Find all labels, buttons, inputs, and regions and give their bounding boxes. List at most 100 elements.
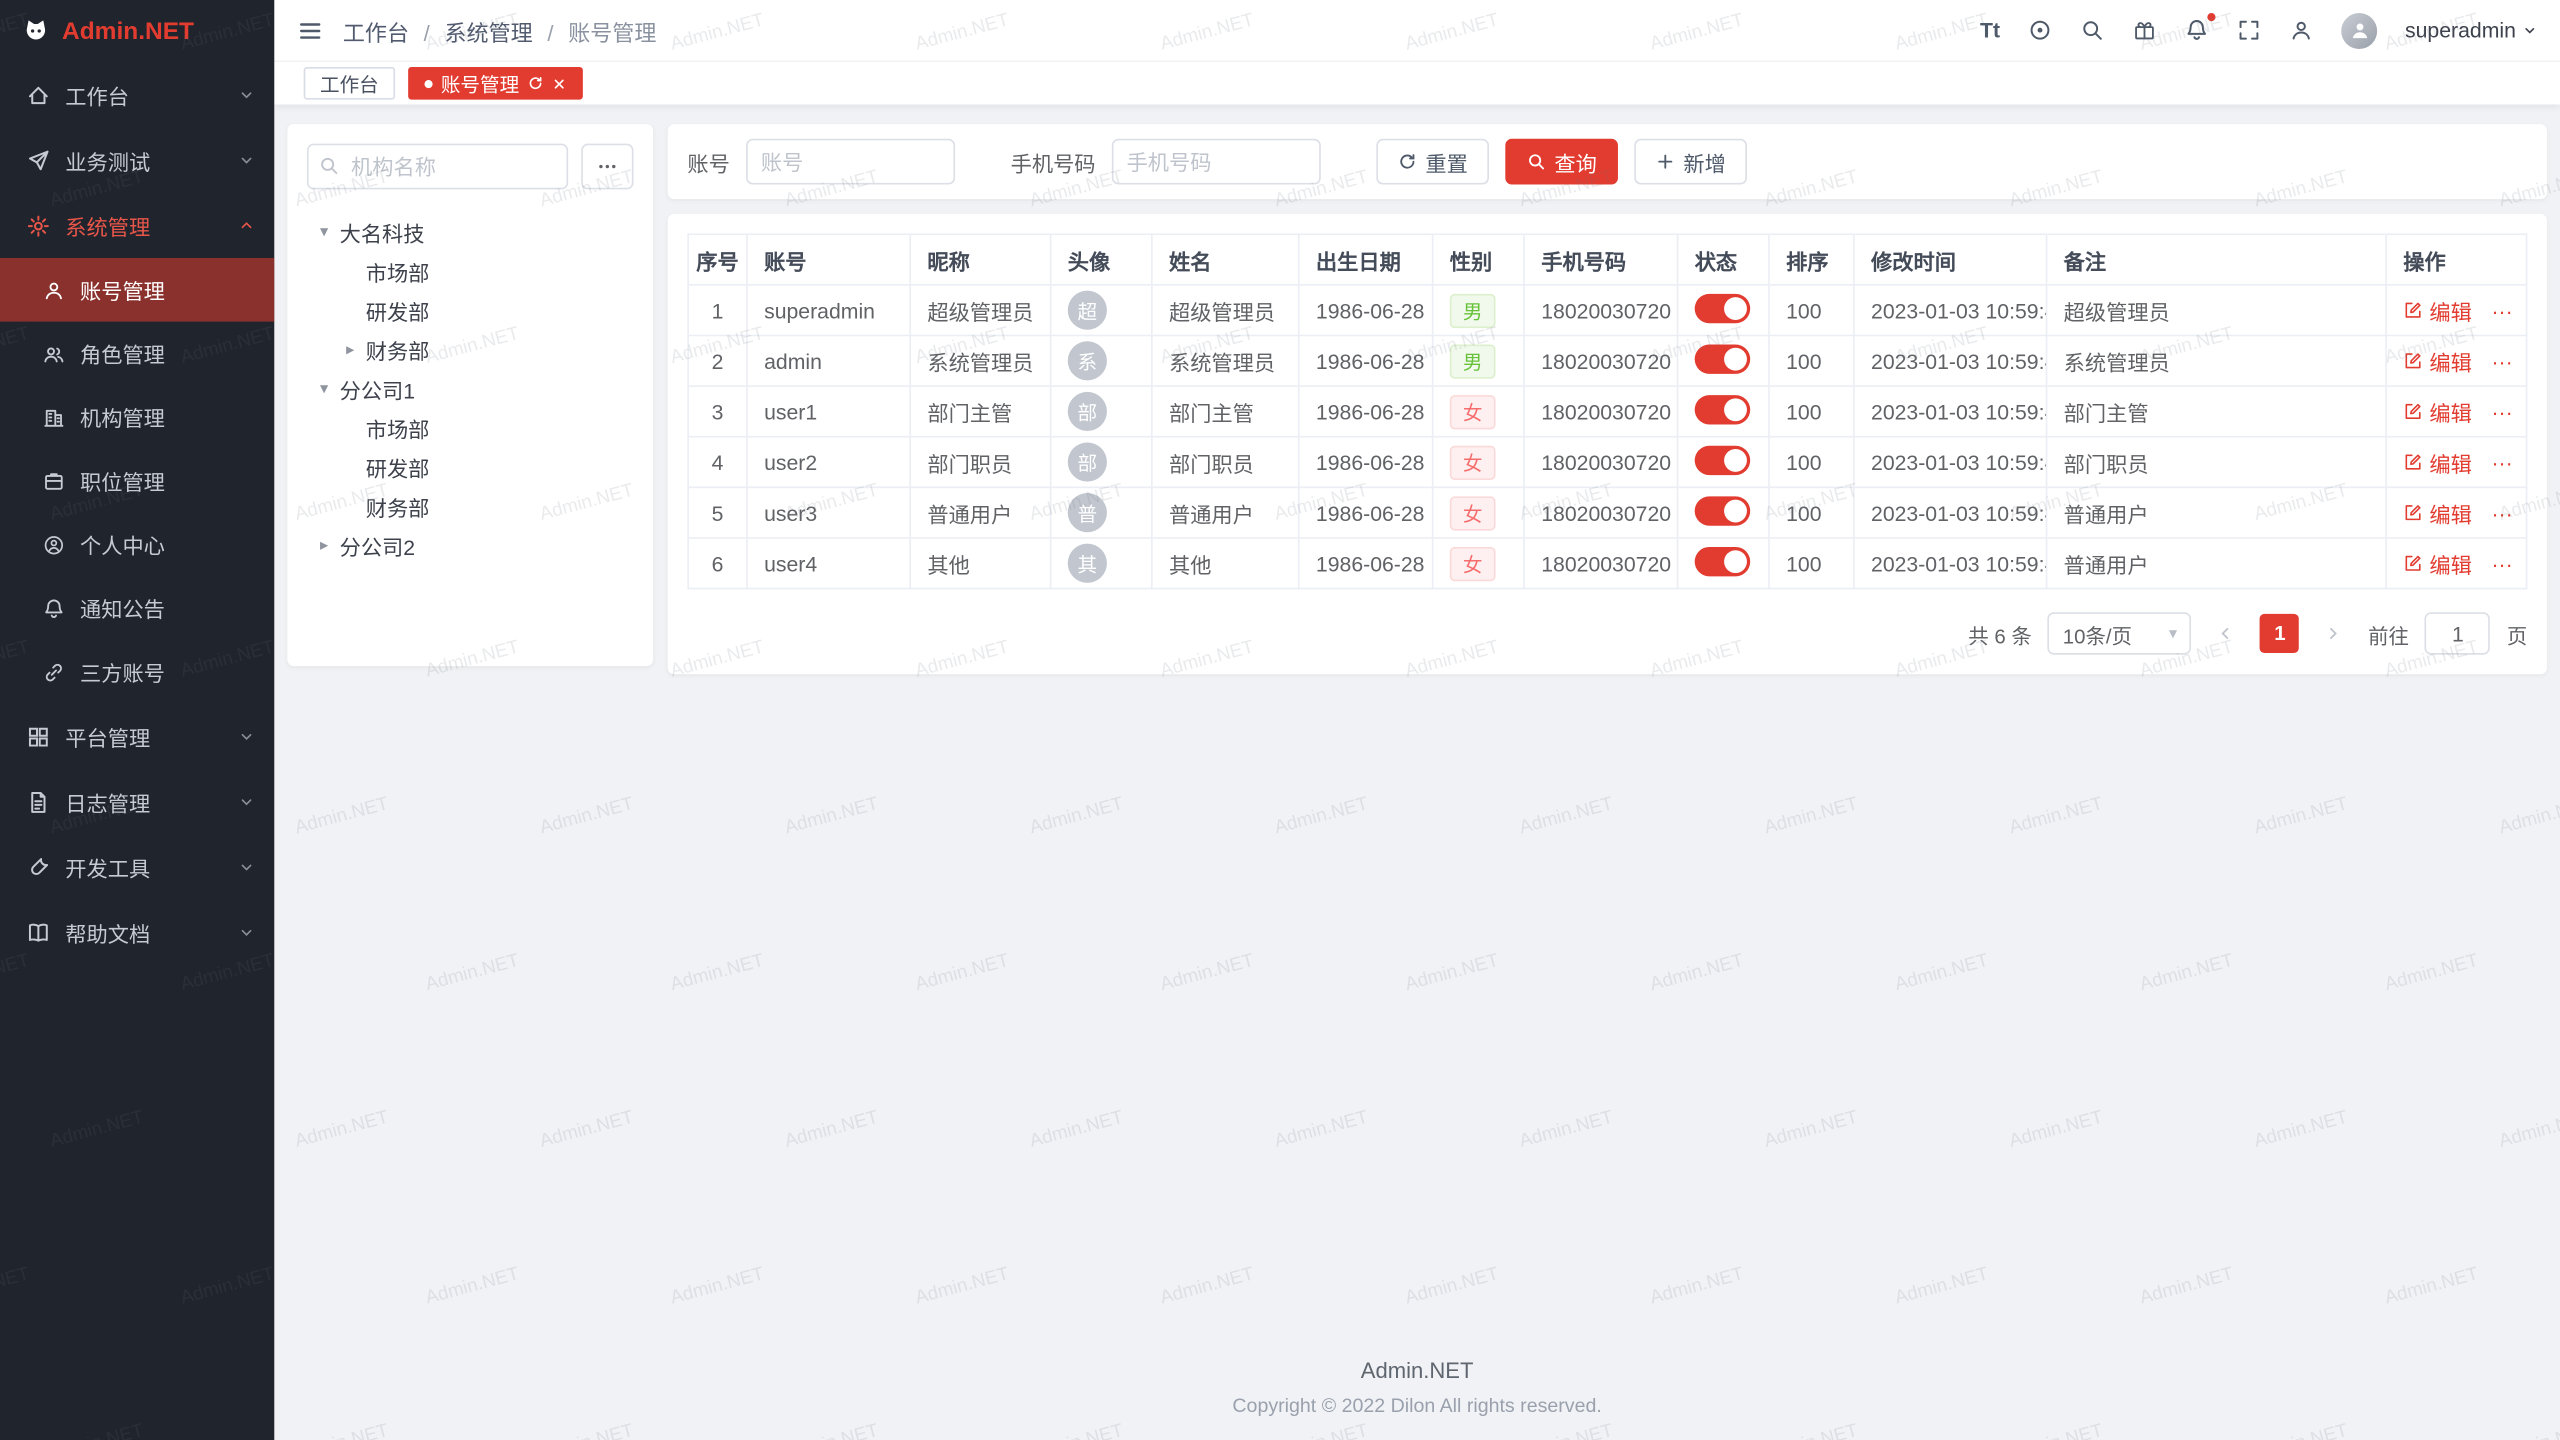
sidebar-subitem-label: 职位管理	[80, 465, 165, 496]
table-row[interactable]: 3 user1 部门主管 部 部门主管 1986-06-28 女 1802003…	[688, 386, 2526, 437]
close-icon[interactable]	[552, 76, 567, 91]
edit-button[interactable]: 编辑	[2403, 548, 2472, 579]
tree-caret-icon[interactable]	[313, 223, 334, 241]
status-toggle[interactable]	[1695, 394, 1751, 423]
goto-page-input[interactable]	[2425, 612, 2490, 654]
tree-node[interactable]: 研发部	[307, 447, 634, 486]
theme-icon[interactable]	[2028, 18, 2052, 42]
status-toggle[interactable]	[1695, 293, 1751, 322]
cell-nickname: 其他	[910, 538, 1050, 589]
tree-caret-icon[interactable]	[340, 340, 361, 358]
status-toggle[interactable]	[1695, 445, 1751, 474]
edit-button[interactable]: 编辑	[2403, 345, 2472, 376]
sidebar-subitem-position[interactable]: 职位管理	[0, 449, 274, 513]
row-more-button[interactable]: ···	[2491, 399, 2512, 423]
avatar[interactable]	[2341, 12, 2377, 48]
table-row[interactable]: 1 superadmin 超级管理员 超 超级管理员 1986-06-28 男 …	[688, 285, 2526, 336]
sidebar-subitem-notice[interactable]: 通知公告	[0, 576, 274, 640]
sidebar-item-system-management[interactable]: 系统管理	[0, 193, 274, 258]
search-icon[interactable]	[2080, 18, 2104, 42]
wrench-icon	[26, 855, 50, 879]
org-search-input[interactable]	[307, 144, 568, 190]
tree-node[interactable]: 分公司1	[307, 369, 634, 408]
cell-avatar: 部	[1051, 386, 1152, 437]
sidebar-item-business-test[interactable]: 业务测试	[0, 127, 274, 192]
sidebar-item-help-docs[interactable]: 帮助文档	[0, 900, 274, 965]
sidebar-subitem-role[interactable]: 角色管理	[0, 322, 274, 386]
cell-order: 100	[1769, 487, 1854, 538]
sidebar-subitem-third-party[interactable]: 三方账号	[0, 640, 274, 704]
tree-node[interactable]: 财务部	[307, 487, 634, 526]
font-size-icon[interactable]: Tt	[1980, 18, 2000, 42]
tab-account-management[interactable]: 账号管理	[408, 67, 583, 100]
sidebar-item-label: 系统管理	[65, 210, 223, 241]
org-tree: 大名科技 市场部 研发部	[307, 212, 634, 565]
status-toggle[interactable]	[1695, 546, 1751, 575]
edit-button[interactable]: 编辑	[2403, 295, 2472, 326]
bell-icon[interactable]	[2185, 18, 2209, 42]
sidebar-submenu: 账号管理 角色管理 机构管理 职位管理 个人中心	[0, 258, 274, 704]
send-icon	[26, 148, 50, 172]
prev-page-button[interactable]	[2208, 614, 2244, 653]
cell-remark: 普通用户	[2047, 538, 2387, 589]
sidebar-subitem-label: 机构管理	[80, 402, 165, 433]
row-more-button[interactable]: ···	[2491, 450, 2512, 474]
edit-button[interactable]: 编辑	[2403, 396, 2472, 427]
breadcrumb-item[interactable]: 工作台	[343, 14, 409, 47]
add-button[interactable]: 新增	[1634, 139, 1747, 185]
cell-name: 部门职员	[1152, 437, 1299, 488]
page-number-button[interactable]: 1	[2260, 614, 2299, 653]
gender-tag: 男	[1450, 293, 1496, 327]
sidebar-subitem-profile[interactable]: 个人中心	[0, 513, 274, 577]
edit-button-label: 编辑	[2429, 497, 2471, 528]
org-tree-panel: 大名科技 市场部 研发部	[287, 124, 653, 666]
sidebar-item-log-management[interactable]: 日志管理	[0, 769, 274, 834]
row-more-button[interactable]: ···	[2491, 298, 2512, 322]
user-menu[interactable]: superadmin	[2405, 18, 2537, 42]
tab-workbench[interactable]: 工作台	[304, 67, 395, 100]
tree-node[interactable]: 分公司2	[307, 526, 634, 565]
search-button[interactable]: 查询	[1505, 139, 1618, 185]
sidebar-subitem-account[interactable]: 账号管理	[0, 258, 274, 322]
refresh-icon[interactable]	[527, 75, 543, 91]
column-header: 出生日期	[1299, 234, 1433, 285]
breadcrumb-item[interactable]: 系统管理	[409, 14, 533, 47]
skin-icon[interactable]	[2132, 18, 2156, 42]
row-more-button[interactable]: ···	[2491, 551, 2512, 575]
table-row[interactable]: 5 user3 普通用户 普 普通用户 1986-06-28 女 1802003…	[688, 487, 2526, 538]
edit-button[interactable]: 编辑	[2403, 447, 2472, 478]
status-toggle[interactable]	[1695, 344, 1751, 373]
tree-node[interactable]: 大名科技	[307, 212, 634, 251]
tree-caret-icon[interactable]	[313, 380, 334, 398]
org-more-button[interactable]	[581, 144, 633, 190]
table-row[interactable]: 2 admin 系统管理员 系 系统管理员 1986-06-28 男 18020…	[688, 336, 2526, 387]
reset-button[interactable]: 重置	[1376, 139, 1489, 185]
column-header: 序号	[688, 234, 747, 285]
tree-node[interactable]: 市场部	[307, 251, 634, 290]
row-more-button[interactable]: ···	[2491, 500, 2512, 524]
phone-input[interactable]	[1112, 139, 1321, 185]
cell-index: 1	[688, 285, 747, 336]
sidebar-item-workbench[interactable]: 工作台	[0, 62, 274, 127]
hamburger-menu-icon[interactable]	[297, 17, 323, 43]
table-row[interactable]: 6 user4 其他 其 其他 1986-06-28 女 18020030720	[688, 538, 2526, 589]
user-icon[interactable]	[2289, 18, 2313, 42]
cell-actions: 编辑 ···	[2386, 336, 2526, 387]
sidebar-item-platform-management[interactable]: 平台管理	[0, 704, 274, 769]
status-toggle[interactable]	[1695, 496, 1751, 525]
fullscreen-icon[interactable]	[2237, 18, 2261, 42]
tree-node[interactable]: 财务部	[307, 330, 634, 369]
tree-node[interactable]: 研发部	[307, 291, 634, 330]
table-row[interactable]: 4 user2 部门职员 部 部门职员 1986-06-28 女 1802003…	[688, 437, 2526, 488]
account-input[interactable]	[746, 139, 955, 185]
row-more-button[interactable]: ···	[2491, 349, 2512, 373]
next-page-button[interactable]	[2316, 614, 2352, 653]
page-size-select[interactable]: 10条/页 ▾	[2048, 612, 2192, 654]
tree-node[interactable]: 市场部	[307, 408, 634, 447]
cell-actions: 编辑 ···	[2386, 386, 2526, 437]
edit-button[interactable]: 编辑	[2403, 497, 2472, 528]
sidebar-item-dev-tools[interactable]: 开发工具	[0, 834, 274, 899]
sidebar-subitem-organization[interactable]: 机构管理	[0, 385, 274, 449]
user-icon	[42, 278, 65, 301]
tree-caret-icon[interactable]	[313, 536, 334, 554]
